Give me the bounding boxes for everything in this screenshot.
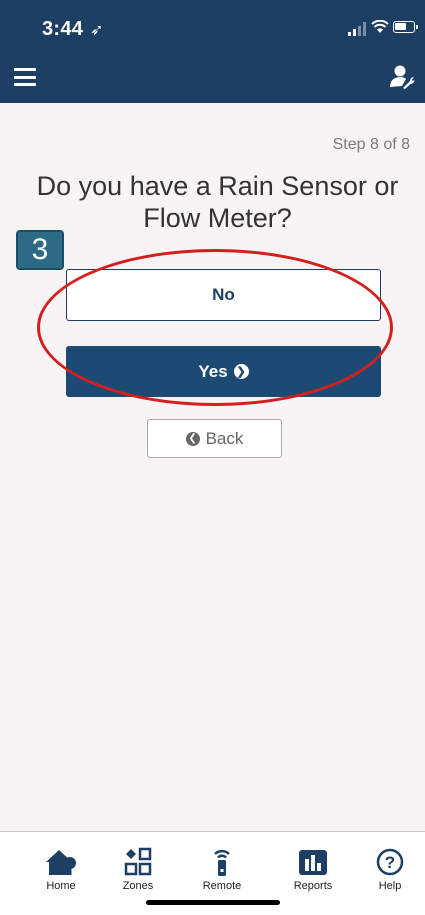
tab-label-zones: Zones: [122, 880, 154, 892]
back-button[interactable]: ❮ Back: [147, 419, 282, 458]
tab-label-help: Help: [378, 880, 402, 892]
question-heading: Do you have a Rain Sensor or Flow Meter?: [36, 171, 399, 233]
no-button[interactable]: No: [66, 269, 381, 321]
wifi-icon: [371, 20, 389, 33]
app-header: 3:44 ➶: [0, 0, 425, 103]
help-icon: ?: [376, 848, 404, 876]
battery-icon: [393, 21, 418, 33]
reports-icon: [299, 850, 327, 875]
cellular-signal-icon: [348, 22, 366, 36]
home-icon: [46, 850, 76, 875]
tab-home[interactable]: Home: [26, 832, 96, 892]
tab-zones[interactable]: Zones: [103, 832, 173, 892]
yes-button-label: Yes: [198, 361, 228, 381]
tab-reports[interactable]: Reports: [278, 832, 348, 892]
step-indicator: Step 8 of 8: [332, 136, 410, 153]
status-time: 3:44: [42, 18, 84, 40]
remote-icon: [214, 849, 230, 876]
annotation-number-badge: 3: [16, 230, 64, 270]
tab-label-home: Home: [46, 880, 76, 892]
tab-label-remote: Remote: [202, 880, 242, 892]
zones-icon: [124, 847, 152, 876]
svg-text:?: ?: [385, 853, 395, 872]
back-button-label: Back: [205, 428, 244, 448]
location-arrow-icon: ➶: [90, 22, 104, 39]
tab-remote[interactable]: Remote: [187, 832, 257, 892]
user-wrench-icon[interactable]: [389, 64, 415, 90]
chevron-right-circle-icon: ❯: [233, 364, 249, 379]
tab-help[interactable]: ? Help: [355, 832, 425, 892]
no-button-label: No: [212, 285, 235, 304]
home-indicator[interactable]: [146, 900, 280, 905]
hamburger-menu-icon[interactable]: [14, 68, 36, 86]
tab-label-reports: Reports: [293, 880, 333, 892]
yes-button[interactable]: Yes ❯: [66, 346, 381, 397]
chevron-left-circle-icon: ❮: [185, 431, 200, 446]
